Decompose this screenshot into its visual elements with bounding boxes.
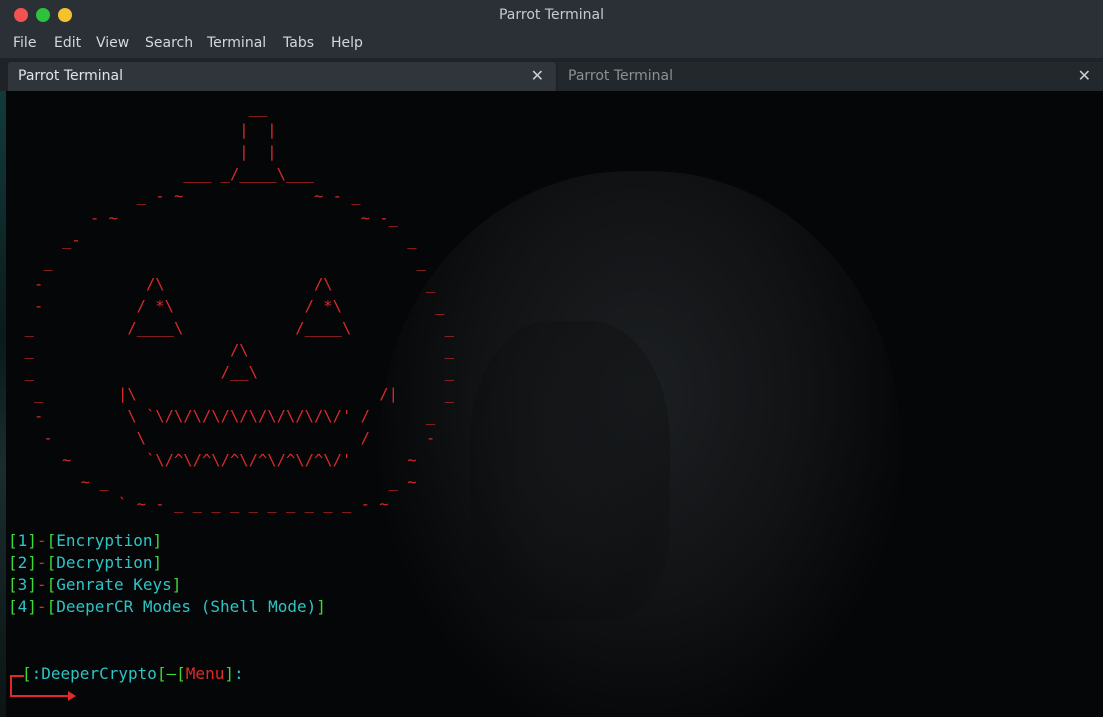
pumpkin-ascii-art: __ | | | | ___ _/____\___ _ - ~ ~ - _ - … <box>24 99 454 513</box>
menu-help[interactable]: Help <box>331 35 363 51</box>
menu-search[interactable]: Search <box>145 35 193 51</box>
option-number: 1 <box>17 531 28 550</box>
mask-background <box>470 321 670 621</box>
menu-terminal[interactable]: Terminal <box>207 35 266 51</box>
tab-parrot-terminal[interactable]: Parrot Terminal ✕ <box>558 62 1103 91</box>
menu-tabs[interactable]: Tabs <box>283 35 314 51</box>
tab-parrot-terminal-active[interactable]: Parrot Terminal ✕ <box>8 62 556 91</box>
option-number: 4 <box>17 597 28 616</box>
prompt-arrow-line <box>10 695 72 697</box>
prompt-suffix: : <box>233 664 244 683</box>
menu-bar: File Edit View Search Terminal Tabs Help <box>0 30 1103 58</box>
menu-edit[interactable]: Edit <box>54 35 81 51</box>
terminal-window: Parrot Terminal File Edit View Search Te… <box>0 0 1103 717</box>
option-label: Genrate Keys <box>56 575 172 594</box>
prompt-arrow-icon <box>68 691 76 701</box>
option-label: DeeperCR Modes (Shell Mode) <box>56 597 317 616</box>
option-number: 2 <box>17 553 28 572</box>
option-label: Decryption <box>56 553 153 572</box>
shell-prompt: [:DeeperCrypto[—[Menu]: <box>22 664 244 683</box>
tab-label: Parrot Terminal <box>568 68 674 84</box>
menu-option-3: [3]-[Genrate Keys] <box>8 575 182 594</box>
prompt-name: :DeeperCrypto <box>31 664 157 683</box>
option-label: Encryption <box>56 531 153 550</box>
prompt-section: Menu <box>185 664 225 683</box>
close-tab-icon[interactable]: ✕ <box>1078 66 1091 85</box>
menu-option-4: [4]-[DeeperCR Modes (Shell Mode)] <box>8 597 326 616</box>
close-tab-icon[interactable]: ✕ <box>531 66 544 85</box>
title-bar[interactable]: Parrot Terminal <box>0 0 1103 30</box>
menu-option-2: [2]-[Decryption] <box>8 553 163 572</box>
menu-file[interactable]: File <box>13 35 36 51</box>
option-number: 3 <box>17 575 28 594</box>
menu-option-1: [1]-[Encryption] <box>8 531 163 550</box>
window-title: Parrot Terminal <box>498 7 605 23</box>
terminal-output[interactable]: __ | | | | ___ _/____\___ _ - ~ ~ - _ - … <box>0 91 1103 717</box>
prompt-dash: — <box>166 664 177 683</box>
tab-label: Parrot Terminal <box>18 68 124 84</box>
menu-view[interactable]: View <box>96 35 129 51</box>
tab-bar: Parrot Terminal ✕ Parrot Terminal ✕ <box>0 58 1103 91</box>
